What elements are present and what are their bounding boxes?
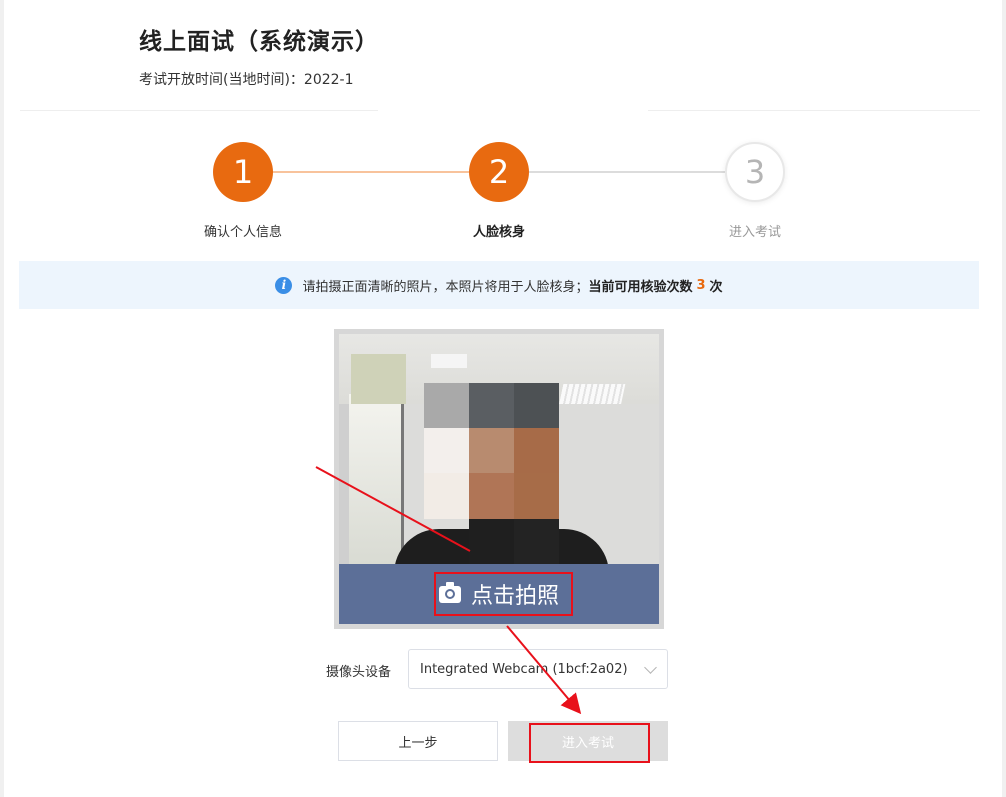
divider-gap	[378, 100, 648, 116]
step-2-circle: 2	[469, 142, 529, 202]
step-3-label: 进入考试	[728, 225, 781, 240]
notice-bold-text: 当前可用核验次数	[588, 279, 693, 295]
camera-device-label: 摄像头设备	[326, 665, 392, 680]
attempt-count: 3	[696, 277, 706, 293]
step-connector-pending	[527, 171, 732, 173]
chevron-down-icon	[644, 661, 657, 674]
step-1-circle: 1	[213, 142, 273, 202]
attempt-unit: 次	[709, 279, 723, 295]
notice-banner: i 请拍摄正面清晰的照片，本照片将用于人脸核身； 当前可用核验次数 3 次	[19, 261, 979, 309]
step-3-circle: 3	[725, 142, 785, 202]
annotation-box-capture	[434, 572, 573, 616]
step-2-label: 人脸核身	[472, 225, 525, 240]
notice-text: 请拍摄正面清晰的照片，本照片将用于人脸核身；	[302, 279, 589, 295]
annotation-box-enter	[529, 723, 650, 763]
step-1-label: 确认个人信息	[203, 225, 282, 240]
prev-step-button[interactable]: 上一步	[338, 721, 498, 761]
camera-device-select[interactable]: Integrated Webcam (1bcf:2a02)	[408, 649, 668, 689]
step-connector-done	[270, 171, 478, 173]
exam-time: 考试开放时间(当地时间)：2022-1	[139, 72, 354, 88]
page-title: 线上面试（系统演示）	[139, 29, 379, 55]
camera-device-value: Integrated Webcam (1bcf:2a02)	[420, 661, 628, 677]
info-icon: i	[275, 276, 293, 294]
